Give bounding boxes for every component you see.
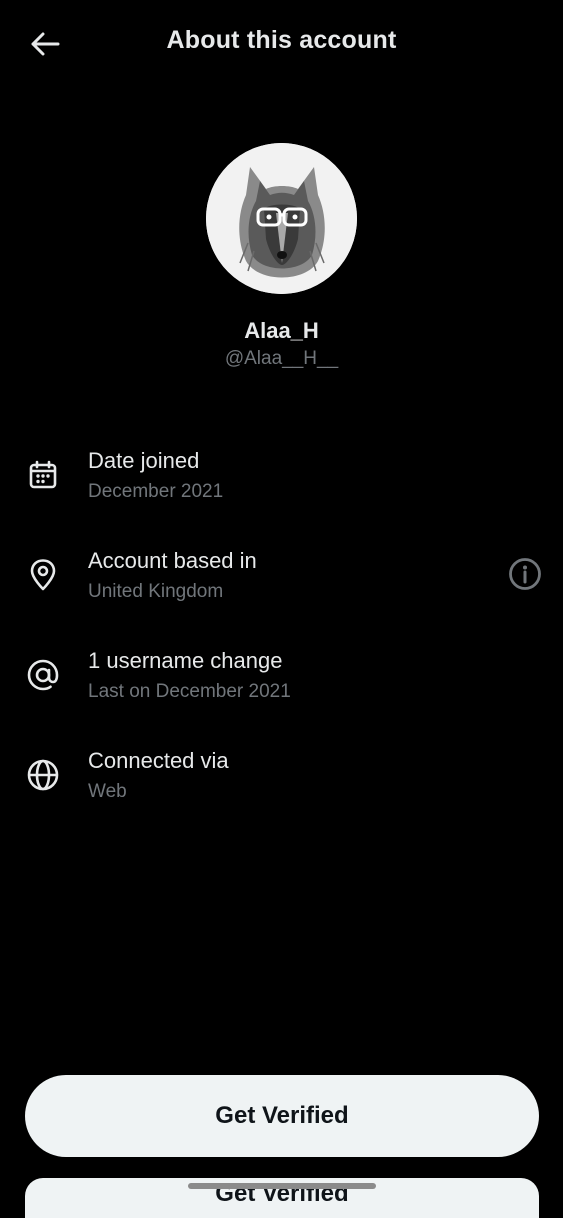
avatar[interactable] xyxy=(206,143,357,294)
account-location-row: Account based in United Kingdom xyxy=(0,548,563,628)
page-title: About this account xyxy=(166,26,397,54)
username-change-value: Last on December 2021 xyxy=(88,681,291,702)
calendar-icon xyxy=(24,456,62,494)
wolf-avatar-image xyxy=(206,143,357,294)
username-change-label: 1 username change xyxy=(88,648,283,673)
account-location-label: Account based in xyxy=(88,548,257,573)
location-pin-icon xyxy=(24,556,62,594)
username-change-row: 1 username change Last on December 2021 xyxy=(0,648,563,728)
globe-icon xyxy=(24,756,62,794)
info-circle-icon xyxy=(509,558,541,590)
at-sign-icon xyxy=(24,656,62,694)
get-verified-button[interactable]: Get Verified xyxy=(25,1075,539,1157)
date-joined-row: Date joined December 2021 xyxy=(0,448,563,528)
location-info-button[interactable] xyxy=(505,554,545,594)
connected-via-value: Web xyxy=(88,781,127,802)
date-joined-value: December 2021 xyxy=(88,481,224,502)
account-location-value: United Kingdom xyxy=(88,581,224,602)
top-bar: About this account xyxy=(0,0,563,86)
display-name: Alaa_H xyxy=(244,318,319,343)
connected-via-row: Connected via Web xyxy=(0,748,563,828)
username-handle: @Alaa__H__ xyxy=(224,348,339,369)
connected-via-label: Connected via xyxy=(88,748,229,773)
date-joined-label: Date joined xyxy=(88,448,200,473)
home-indicator[interactable] xyxy=(188,1183,376,1189)
